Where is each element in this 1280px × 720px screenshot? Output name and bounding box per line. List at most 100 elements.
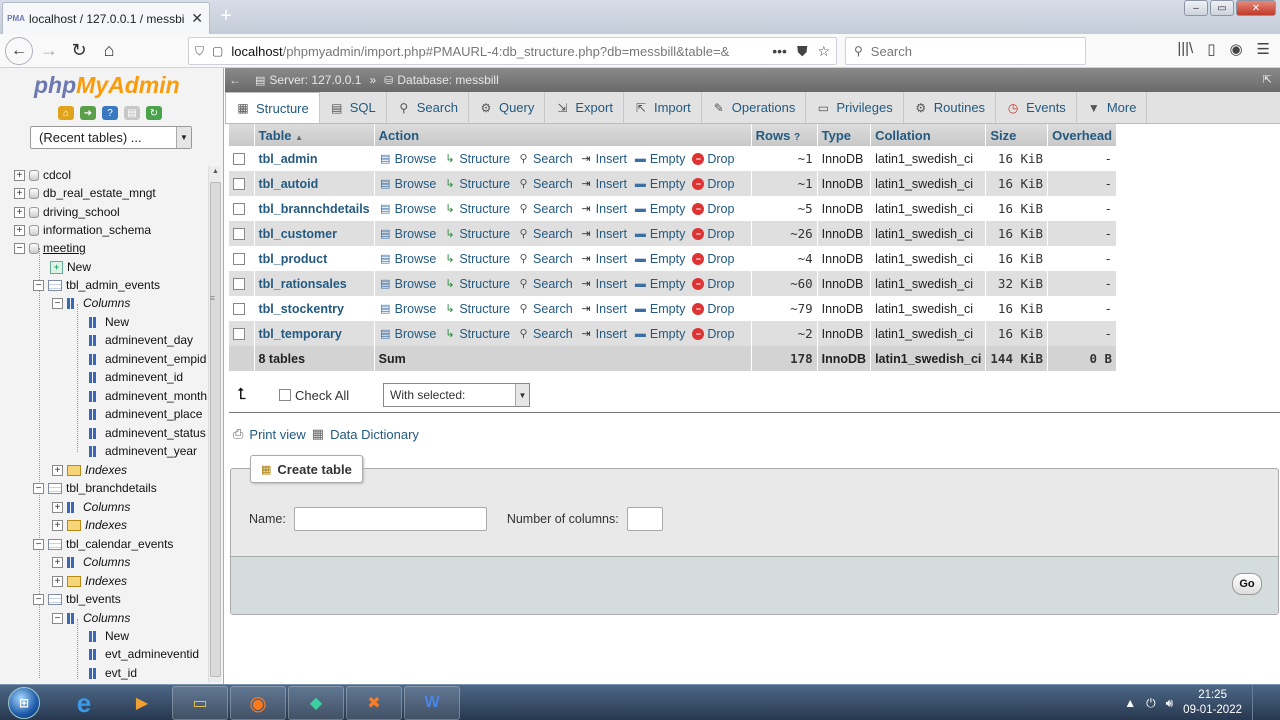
collapse-icon[interactable]: − — [33, 538, 44, 550]
home-button[interactable]: ⌂ — [95, 37, 123, 65]
tab-more[interactable]: ▼ More — [1077, 92, 1148, 123]
collapse-icon[interactable]: − — [33, 482, 44, 494]
insert-action[interactable]: ⇥ Insert — [580, 302, 627, 316]
drop-action[interactable]: − Drop — [692, 202, 734, 216]
tab-routines[interactable]: ⚙ Routines — [904, 92, 997, 123]
cell-size[interactable]: 16 KiB — [985, 321, 1049, 346]
structure-action[interactable]: ↳ Structure — [443, 177, 510, 191]
search-action[interactable]: ⚲ Search — [517, 252, 573, 266]
forward-button[interactable]: → — [35, 37, 63, 65]
power-icon[interactable]: ⏻ — [1146, 696, 1156, 711]
tab-export[interactable]: ⇲ Export — [545, 92, 624, 123]
num-columns-input[interactable] — [626, 507, 663, 531]
structure-action[interactable]: ↳ Structure — [443, 152, 510, 166]
page-actions-icon[interactable]: ••• — [772, 43, 787, 60]
tab-query[interactable]: ⚙ Query — [469, 92, 546, 123]
tab-sql[interactable]: ▤ SQL — [320, 92, 387, 123]
panel-resize-grip-icon[interactable]: ≡ — [210, 293, 215, 303]
back-button[interactable]: ← — [5, 36, 33, 65]
search-action[interactable]: ⚲ Search — [517, 202, 573, 216]
browse-action[interactable]: ▤ Browse — [379, 252, 436, 266]
cell-rows[interactable]: ~5 — [751, 196, 818, 221]
expand-icon[interactable]: + — [14, 169, 25, 181]
tree-item-table[interactable]: − tbl_events — [33, 590, 121, 608]
table-name-link[interactable]: tbl_stockentry — [254, 296, 375, 321]
browse-action[interactable]: ▤ Browse — [379, 327, 436, 341]
expand-icon[interactable]: + — [52, 575, 63, 587]
tree-item-table[interactable]: − tbl_calendar_events — [33, 535, 173, 553]
tab-import[interactable]: ⇱ Import — [624, 92, 702, 123]
with-selected-select[interactable]: With selected: ▼ — [383, 383, 530, 407]
editor-app-icon[interactable]: ◆ — [288, 686, 344, 720]
sidebar-icon[interactable]: ▯ — [1207, 40, 1215, 58]
file-explorer-icon[interactable]: ▭ — [172, 686, 228, 720]
scrollbar-thumb[interactable] — [210, 182, 221, 677]
structure-action[interactable]: ↳ Structure — [443, 202, 510, 216]
close-tab-icon[interactable]: ✕ — [191, 10, 203, 27]
tree-item-columns[interactable]: + Columns — [52, 498, 130, 516]
expand-icon[interactable]: + — [14, 187, 25, 199]
empty-action[interactable]: ▬ Empty — [634, 227, 685, 241]
cell-rows[interactable]: ~1 — [751, 146, 818, 171]
drop-action[interactable]: − Drop — [692, 252, 734, 266]
browse-action[interactable]: ▤ Browse — [379, 302, 436, 316]
empty-action[interactable]: ▬ Empty — [634, 327, 685, 341]
tree-item-columns[interactable]: − Columns — [52, 609, 130, 627]
cell-rows[interactable]: ~26 — [751, 221, 818, 246]
library-icon[interactable]: |||\ — [1177, 40, 1193, 58]
table-name-input[interactable] — [293, 507, 487, 531]
tree-item-columns[interactable]: + Columns — [52, 553, 130, 571]
structure-action[interactable]: ↳ Structure — [443, 252, 510, 266]
new-tab-button[interactable]: + — [216, 4, 236, 28]
header-type[interactable]: Type — [817, 124, 872, 146]
maximize-button[interactable]: ▭ — [1210, 0, 1234, 16]
cell-size[interactable]: 16 KiB — [985, 196, 1049, 221]
page-info-icon[interactable]: ▢ — [212, 44, 223, 58]
browse-action[interactable]: ▤ Browse — [379, 177, 436, 191]
check-all-label[interactable]: Check All — [295, 388, 349, 403]
firefox-icon[interactable]: ◉ — [230, 686, 286, 720]
help-icon[interactable]: ? — [102, 106, 118, 120]
search-action[interactable]: ⚲ Search — [517, 327, 573, 341]
row-checkbox[interactable] — [233, 178, 245, 191]
search-action[interactable]: ⚲ Search — [517, 152, 573, 166]
tree-item-table[interactable]: − tbl_admin_events — [33, 276, 160, 294]
cell-rows[interactable]: ~60 — [751, 271, 818, 296]
search-action[interactable]: ⚲ Search — [517, 227, 573, 241]
internet-explorer-icon[interactable]: e — [56, 686, 112, 720]
tab-privileges[interactable]: ▭ Privileges — [806, 92, 904, 123]
collapse-icon[interactable]: − — [52, 612, 63, 624]
header-collation[interactable]: Collation — [870, 124, 987, 146]
tree-item-db-meeting[interactable]: − meeting — [14, 239, 86, 257]
expand-icon[interactable]: + — [52, 519, 63, 531]
search-action[interactable]: ⚲ Search — [517, 177, 573, 191]
expand-icon[interactable]: + — [52, 501, 63, 513]
address-bar[interactable]: ⛉ ▢ localhost/phpmyadmin/import.php#PMAU… — [188, 37, 837, 65]
table-name-link[interactable]: tbl_product — [254, 246, 375, 271]
row-checkbox[interactable] — [233, 203, 245, 216]
clock[interactable]: 21:25 09-01-2022 — [1183, 688, 1242, 718]
start-button[interactable]: ⊞ — [2, 685, 46, 720]
cell-size[interactable]: 16 KiB — [985, 246, 1049, 271]
expand-icon[interactable]: + — [52, 556, 63, 568]
drop-action[interactable]: − Drop — [692, 152, 734, 166]
tree-item-indexes[interactable]: + Indexes — [52, 516, 127, 534]
tree-item-db[interactable]: + db_real_estate_mngt — [14, 184, 156, 202]
insert-action[interactable]: ⇥ Insert — [580, 177, 627, 191]
table-name-link[interactable]: tbl_brannchdetails — [254, 196, 375, 221]
check-all-checkbox[interactable] — [279, 389, 291, 401]
tree-item-column[interactable]: adminevent_id — [89, 368, 183, 386]
empty-action[interactable]: ▬ Empty — [634, 252, 685, 266]
drop-action[interactable]: − Drop — [692, 177, 734, 191]
account-icon[interactable]: ◉ — [1229, 40, 1242, 58]
tree-item-column[interactable]: adminevent_year — [89, 442, 197, 460]
browser-tab[interactable]: PMA localhost / 127.0.0.1 / messbill ✕ — [2, 2, 210, 34]
tab-events[interactable]: ◷ Events — [996, 92, 1077, 123]
table-name-link[interactable]: tbl_temporary — [254, 321, 375, 346]
tab-structure[interactable]: ▦ Structure — [225, 92, 320, 123]
tree-item-column[interactable]: adminevent_day — [89, 331, 193, 349]
empty-action[interactable]: ▬ Empty — [634, 277, 685, 291]
table-name-link[interactable]: tbl_customer — [254, 221, 375, 246]
insert-action[interactable]: ⇥ Insert — [580, 202, 627, 216]
structure-action[interactable]: ↳ Structure — [443, 227, 510, 241]
